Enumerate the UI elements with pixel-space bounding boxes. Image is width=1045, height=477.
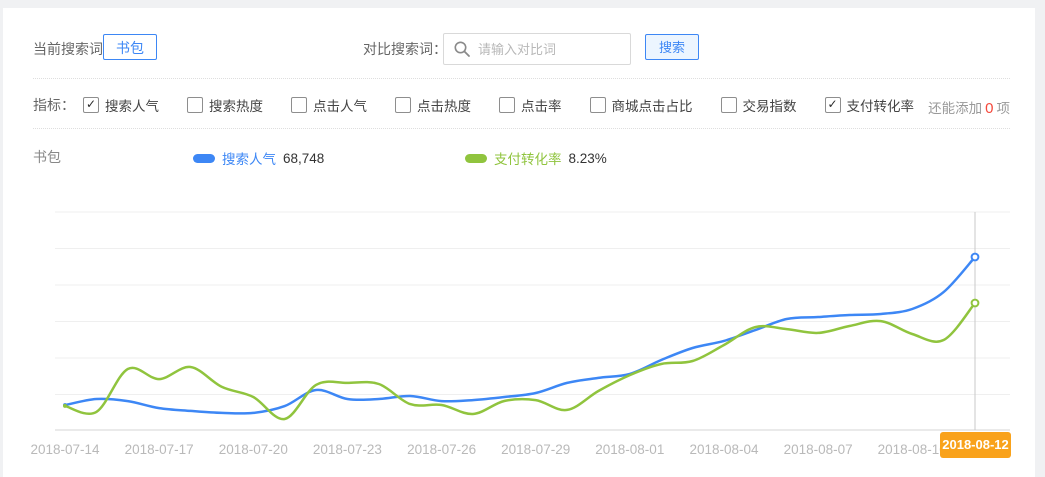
x-tick-label: 2018-07-23 bbox=[313, 442, 382, 457]
x-tick-label: 2018-07-20 bbox=[219, 442, 288, 457]
x-tick-label: 2018-07-26 bbox=[407, 442, 476, 457]
x-tick-label: 2018-07-29 bbox=[501, 442, 570, 457]
highlighted-date-badge: 2018-08-12 bbox=[940, 432, 1011, 458]
series-line-green bbox=[65, 303, 975, 419]
series-start-dot bbox=[63, 404, 67, 408]
series-line-blue bbox=[65, 257, 975, 413]
page: 当前搜索词： 书包 对比搜索词： 搜索 指标： ✓搜索人气搜索热度点击人气点击热… bbox=[0, 0, 1045, 477]
series-end-marker-green bbox=[972, 300, 979, 307]
x-tick-label: 2018-08-10 bbox=[878, 442, 947, 457]
x-tick-label: 2018-08-07 bbox=[784, 442, 853, 457]
trend-line-chart[interactable]: 2018-07-14 2018-07-17 2018-07-20 2018-07-23… bbox=[0, 0, 1045, 477]
x-tick-label: 2018-07-17 bbox=[125, 442, 194, 457]
series-end-marker-blue bbox=[972, 254, 979, 261]
x-tick-label: 2018-08-04 bbox=[689, 442, 759, 457]
x-tick-label: 2018-08-01 bbox=[595, 442, 664, 457]
x-axis-labels: 2018-07-14 2018-07-17 2018-07-20 2018-07-23… bbox=[30, 442, 946, 457]
x-tick-label: 2018-07-14 bbox=[30, 442, 100, 457]
